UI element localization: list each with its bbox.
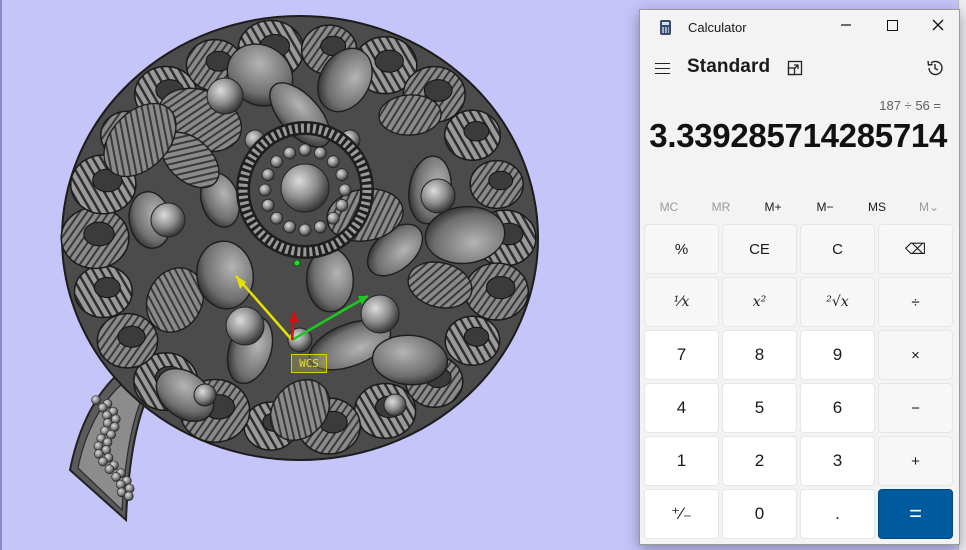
memory-add-button[interactable]: M+ bbox=[747, 196, 799, 218]
expression-display: 187 ÷ 56 = bbox=[879, 98, 941, 113]
mode-title: Standard bbox=[687, 56, 771, 77]
digit-0-button[interactable]: 0 bbox=[722, 489, 797, 539]
calculator-header: Standard bbox=[640, 50, 959, 86]
keep-on-top-icon[interactable] bbox=[786, 59, 804, 77]
clear-button[interactable]: C bbox=[800, 224, 875, 274]
digit-2-button[interactable]: 2 bbox=[722, 436, 797, 486]
memory-recall-button[interactable]: MR bbox=[695, 196, 747, 218]
memory-clear-button[interactable]: MC bbox=[643, 196, 695, 218]
clear-entry-button[interactable]: CE bbox=[722, 224, 797, 274]
memory-store-button[interactable]: MS bbox=[851, 196, 903, 218]
minimize-icon bbox=[841, 24, 851, 26]
backspace-button[interactable]: ⌫ bbox=[878, 224, 953, 274]
digit-7-button[interactable]: 7 bbox=[644, 330, 719, 380]
digit-8-button[interactable]: 8 bbox=[722, 330, 797, 380]
digit-5-button[interactable]: 5 bbox=[722, 383, 797, 433]
reciprocal-button[interactable]: ¹⁄x bbox=[644, 277, 719, 327]
square-button[interactable]: x² bbox=[722, 277, 797, 327]
square-label: x² bbox=[752, 294, 767, 310]
minus-button[interactable]: − bbox=[878, 383, 953, 433]
window-title: Calculator bbox=[688, 20, 747, 35]
digit-9-button[interactable]: 9 bbox=[800, 330, 875, 380]
flower-cluster bbox=[60, 15, 539, 461]
memory-list-button[interactable]: M⌄ bbox=[903, 196, 955, 218]
multiply-button[interactable]: × bbox=[878, 330, 953, 380]
square-root-button[interactable]: ²√x bbox=[800, 277, 875, 327]
ring-model-render[interactable] bbox=[0, 0, 640, 550]
keypad: % CE C ⌫ ¹⁄x x² ²√x ÷ 7 8 9 × 4 5 6 − 1 … bbox=[644, 224, 957, 539]
equals-button[interactable]: = bbox=[878, 489, 953, 539]
history-icon[interactable] bbox=[925, 58, 945, 78]
calculator-window[interactable]: Calculator Standard 187 ÷ 56 = 3.3392857… bbox=[639, 9, 960, 545]
minimize-button[interactable] bbox=[823, 10, 869, 46]
title-bar[interactable]: Calculator bbox=[640, 10, 959, 46]
divide-button[interactable]: ÷ bbox=[878, 277, 953, 327]
memory-row: MC MR M+ M− MS M⌄ bbox=[643, 196, 955, 218]
decimal-button[interactable]: . bbox=[800, 489, 875, 539]
digit-1-button[interactable]: 1 bbox=[644, 436, 719, 486]
plus-button[interactable]: + bbox=[878, 436, 953, 486]
navigation-menu-icon[interactable] bbox=[654, 59, 672, 77]
percent-button[interactable]: % bbox=[644, 224, 719, 274]
negate-button[interactable]: ⁺⁄₋ bbox=[644, 489, 719, 539]
memory-subtract-button[interactable]: M− bbox=[799, 196, 851, 218]
wcs-label: WCS bbox=[291, 354, 327, 373]
calculator-app-icon bbox=[660, 20, 671, 35]
digit-6-button[interactable]: 6 bbox=[800, 383, 875, 433]
maximize-icon bbox=[886, 19, 898, 31]
result-display: 3.339285714285714 bbox=[649, 117, 947, 154]
close-button[interactable] bbox=[915, 10, 961, 46]
maximize-button[interactable] bbox=[869, 10, 915, 46]
digit-4-button[interactable]: 4 bbox=[644, 383, 719, 433]
digit-3-button[interactable]: 3 bbox=[800, 436, 875, 486]
reciprocal-label: ¹⁄x bbox=[673, 294, 690, 310]
close-icon bbox=[932, 19, 944, 31]
square-root-label: ²√x bbox=[826, 294, 849, 310]
